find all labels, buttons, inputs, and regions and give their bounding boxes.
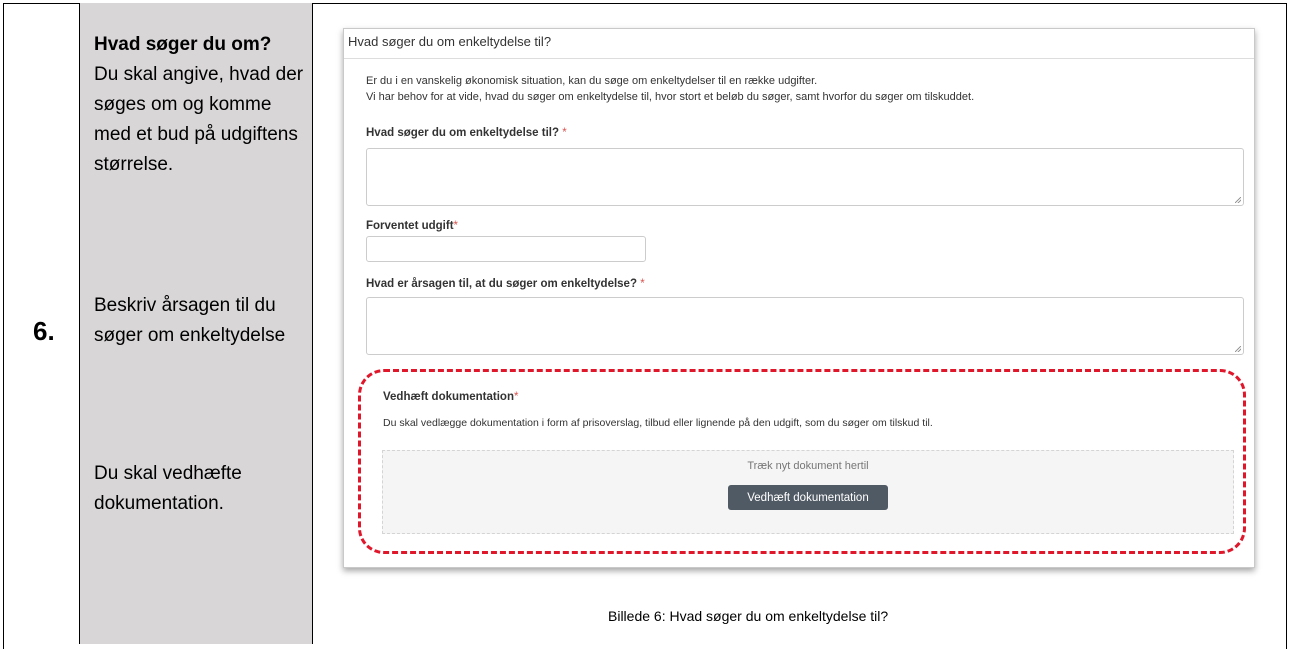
file-dropzone[interactable]: Træk nyt dokument hertil Vedhæft dokumen…	[382, 450, 1234, 534]
instruction-text-1: Du skal angive, hvad der søges om og kom…	[94, 64, 304, 175]
required-marker: *	[640, 278, 645, 290]
instruction-block-1: Hvad søger du om? Du skal angive, hvad d…	[94, 30, 309, 180]
attach-label: Vedhæft dokumentation*	[383, 391, 518, 403]
intro-text: Er du i en vanskelig økonomisk situation…	[366, 73, 1246, 105]
q1-textarea[interactable]	[366, 148, 1244, 206]
required-marker: *	[513, 391, 519, 403]
instructions-column: Hvad søger du om? Du skal angive, hvad d…	[79, 3, 313, 644]
panel-header: Hvad søger du om enkeltydelse til?	[344, 29, 1254, 59]
required-marker: *	[453, 220, 459, 232]
instruction-block-3: Du skal vedhæfte dokumentation.	[94, 463, 242, 514]
resize-grip-icon[interactable]	[1235, 346, 1241, 352]
attach-label-text: Vedhæft dokumentation	[383, 391, 514, 403]
instruction-block-2: Beskriv årsagen til du søger om enkeltyd…	[94, 295, 286, 346]
q2-label-text: Forventet udgift	[366, 220, 454, 232]
required-marker: *	[562, 127, 567, 139]
intro-line-2: Vi har behov for at vide, hvad du søger …	[366, 91, 975, 103]
q3-textarea[interactable]	[366, 297, 1244, 355]
figure-caption: Billede 6: Hvad søger du om enkeltydelse…	[608, 608, 889, 624]
q3-label-text: Hvad er årsagen til, at du søger om enke…	[366, 278, 637, 290]
q1-label: Hvad søger du om enkeltydelse til? *	[366, 127, 567, 139]
q1-label-text: Hvad søger du om enkeltydelse til?	[366, 127, 559, 139]
q2-label: Forventet udgift*	[366, 220, 458, 232]
step-number: 6.	[33, 316, 55, 346]
intro-line-1: Er du i en vanskelig økonomisk situation…	[366, 75, 818, 87]
resize-grip-icon[interactable]	[1235, 197, 1241, 203]
form-screenshot: Hvad søger du om enkeltydelse til? Er du…	[343, 28, 1255, 568]
expected-expense-input[interactable]	[366, 236, 646, 262]
attach-documentation-button[interactable]: Vedhæft dokumentation	[728, 485, 888, 510]
dropzone-text: Træk nyt dokument hertil	[747, 460, 869, 472]
q3-label: Hvad er årsagen til, at du søger om enke…	[366, 278, 645, 290]
instruction-title: Hvad søger du om?	[94, 34, 272, 55]
attach-description: Du skal vedlægge dokumentation i form af…	[383, 417, 933, 429]
